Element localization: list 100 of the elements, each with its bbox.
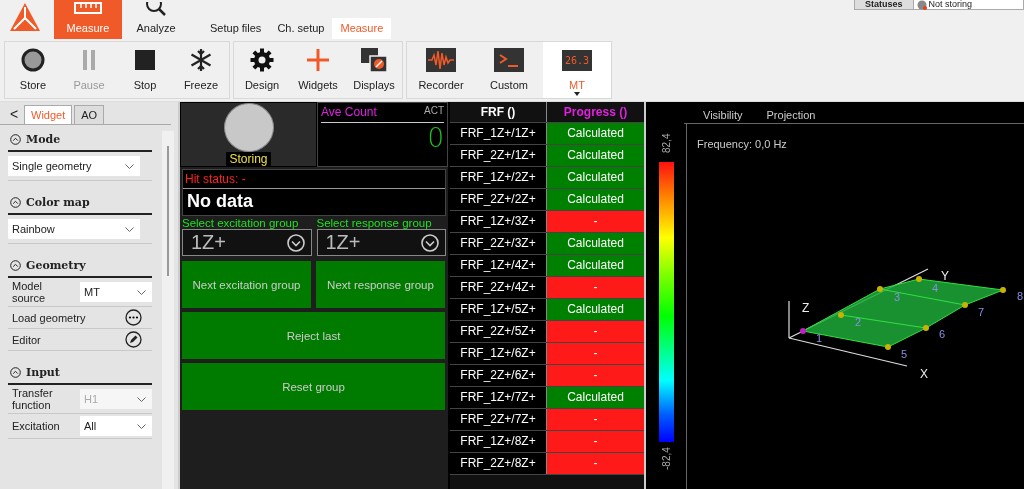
- statuses-button[interactable]: Statuses: [855, 0, 914, 9]
- main-tab[interactable]: Analyze: [122, 0, 190, 39]
- table-cell: Calculated: [547, 255, 644, 276]
- table-cell: -: [547, 431, 644, 452]
- toolbar-button[interactable]: Freeze: [173, 42, 229, 98]
- node-label: 7: [978, 306, 985, 318]
- status-message: No data: [186, 190, 254, 213]
- table-cell: FRF_2Z+/7Z+: [450, 409, 547, 430]
- sub-tab[interactable]: Ch. setup: [269, 18, 333, 39]
- edit-icon[interactable]: [125, 331, 142, 348]
- node-label: 2: [855, 316, 862, 328]
- axis-label: Z: [802, 301, 810, 315]
- stop-icon: [133, 48, 157, 72]
- table-cell: Calculated: [547, 233, 644, 254]
- ruler-icon: [73, 2, 103, 16]
- table-cell: -: [547, 365, 644, 386]
- disk-icon: [916, 0, 927, 10]
- toolbar-button[interactable]: Design: [234, 42, 290, 98]
- chevron-down-icon: [137, 289, 146, 295]
- action-button[interactable]: Next response group: [316, 261, 445, 308]
- field-label: Excitation: [12, 420, 61, 432]
- chevron-circle-icon: [421, 233, 439, 252]
- node-label: 4: [932, 282, 939, 294]
- panel-tab[interactable]: AO: [74, 105, 105, 124]
- column-header: Progress (): [562, 104, 629, 121]
- dropdown[interactable]: Rainbow: [8, 219, 140, 239]
- chevron-down-icon: [137, 423, 146, 429]
- table-cell: Calculated: [547, 189, 644, 210]
- table-cell: FRF_1Z+/2Z+: [450, 167, 547, 188]
- action-button[interactable]: Reject last: [182, 312, 445, 359]
- view-menu-item[interactable]: Visibility: [703, 107, 743, 123]
- panel-tab[interactable]: Widget: [24, 105, 73, 124]
- ave-count-value: 0: [426, 123, 444, 153]
- chevron-down-icon: [125, 226, 134, 232]
- table-cell: -: [547, 277, 644, 298]
- dropdown[interactable]: Single geometry: [8, 156, 140, 176]
- action-button[interactable]: Reset group: [182, 363, 445, 410]
- field-label: Transfer function: [12, 387, 54, 411]
- scrollbar[interactable]: [162, 131, 174, 489]
- storing-lamp-icon: [223, 103, 274, 152]
- table-cell: -: [547, 409, 644, 430]
- node-label: 5: [901, 348, 908, 360]
- table-cell: FRF_2Z+/1Z+: [450, 145, 547, 166]
- table-cell: FRF_1Z+/7Z+: [450, 387, 547, 408]
- toolbar-button[interactable]: Displays: [346, 42, 402, 98]
- ave-count-title: Ave Count: [321, 105, 377, 119]
- toolbar-button[interactable]: Widgets: [290, 42, 346, 98]
- toolbar-button[interactable]: 26.3 MT: [543, 42, 611, 98]
- sub-tab[interactable]: Measure: [332, 18, 392, 39]
- group-dropdown[interactable]: 1Z+: [182, 229, 312, 256]
- table-cell: FRF_1Z+/6Z+: [450, 343, 547, 364]
- table-cell: -: [547, 211, 644, 232]
- record-icon: [21, 48, 45, 72]
- table-cell: FRF_2Z+/6Z+: [450, 365, 547, 386]
- digital-display-icon: 26.3: [561, 49, 593, 71]
- node-label: 1: [816, 332, 823, 344]
- select-label: Select excitation group: [182, 217, 300, 229]
- snowflake-icon: [189, 48, 213, 72]
- table-cell: -: [547, 343, 644, 364]
- section-title: Geometry: [26, 259, 86, 272]
- waveform-icon: [426, 48, 456, 72]
- table-cell: FRF_1Z+/1Z+: [450, 123, 547, 144]
- group-dropdown[interactable]: 1Z+: [316, 229, 446, 256]
- section-title: Color map: [26, 196, 90, 209]
- sub-tab[interactable]: Setup files: [202, 18, 270, 39]
- storing-status: Not storing: [928, 0, 973, 9]
- collapse-icon[interactable]: [10, 260, 21, 271]
- gear-icon: [250, 48, 274, 72]
- toolbar-button[interactable]: Stop: [117, 42, 173, 98]
- select-label: Select response group: [316, 217, 433, 229]
- node-label: 8: [1017, 290, 1024, 302]
- table-cell: Calculated: [547, 145, 644, 166]
- table-cell: FRF_1Z+/8Z+: [450, 431, 547, 452]
- field-label: Model source: [12, 280, 47, 304]
- chevron-down-icon: [125, 163, 134, 169]
- action-button[interactable]: Next excitation group: [182, 261, 311, 308]
- dropdown[interactable]: MT: [80, 282, 152, 302]
- back-button[interactable]: <: [6, 104, 22, 124]
- axis-label: Y: [941, 269, 949, 283]
- section-title: Input: [26, 366, 60, 379]
- scale-min-label: -82,4: [660, 446, 672, 470]
- more-icon[interactable]: [125, 309, 142, 326]
- table-cell: Calculated: [547, 387, 644, 408]
- collapse-icon[interactable]: [10, 367, 21, 378]
- act-tag: ACT: [424, 105, 444, 119]
- plus-icon: [306, 48, 330, 72]
- axis-label: X: [920, 367, 928, 381]
- dropdown[interactable]: All: [80, 416, 152, 436]
- toolbar-button[interactable]: Store: [5, 42, 61, 98]
- table-cell: FRF_1Z+/4Z+: [450, 255, 547, 276]
- table-cell: FRF_2Z+/2Z+: [450, 189, 547, 210]
- terminal-icon: [494, 48, 524, 72]
- collapse-icon[interactable]: [10, 197, 21, 208]
- node-label: 3: [894, 291, 901, 303]
- column-header: FRF (): [450, 102, 547, 122]
- view-menu-item[interactable]: Projection: [766, 107, 816, 123]
- toolbar-button[interactable]: Custom: [475, 42, 543, 98]
- toolbar-button[interactable]: Recorder: [407, 42, 475, 98]
- collapse-icon[interactable]: [10, 134, 21, 145]
- caret-icon: [574, 92, 580, 96]
